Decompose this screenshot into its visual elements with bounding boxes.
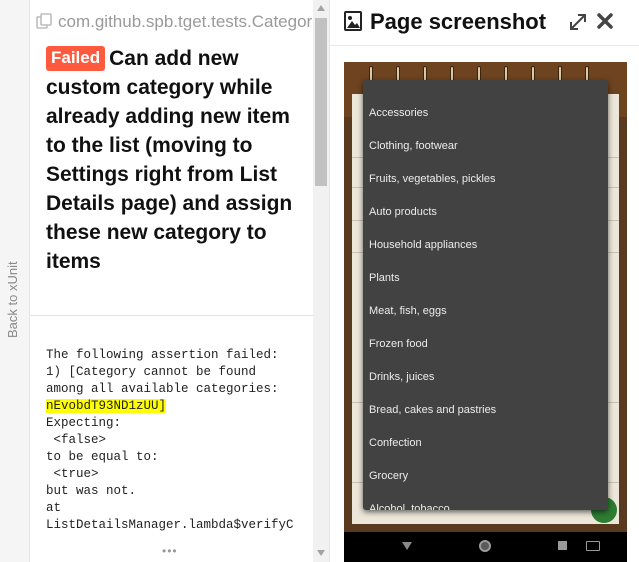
screenshot-pane: Page screenshot Accessories Clothing, fo…: [329, 0, 639, 562]
dropdown-item[interactable]: Fruits, vegetables, pickles: [369, 163, 599, 196]
image-icon: [344, 11, 362, 31]
test-details-panel: com.github.spb.tget.tests.CategoriesTest…: [30, 0, 313, 562]
details-scrollbar[interactable]: [313, 0, 329, 562]
scroll-down-arrow-icon[interactable]: [317, 549, 325, 557]
category-dropdown[interactable]: Accessories Clothing, footwear Fruits, v…: [363, 80, 608, 510]
scrollbar-thumb[interactable]: [315, 18, 327, 186]
message-line: among all available categories:: [46, 382, 279, 396]
android-nav-bar: [344, 532, 627, 562]
back-icon: [402, 542, 412, 550]
message-line: Expecting:: [46, 416, 122, 430]
message-line: at: [46, 501, 62, 515]
recents-icon: [558, 541, 567, 550]
message-line: but was not.: [46, 484, 137, 498]
back-to-xunit-link[interactable]: Back to xUnit: [5, 261, 20, 338]
close-icon[interactable]: [596, 12, 614, 30]
failure-message: The following assertion failed: 1) [Cate…: [46, 347, 313, 534]
dropdown-item[interactable]: Drinks, juices: [369, 361, 599, 394]
back-to-xunit-rail[interactable]: Back to xUnit: [0, 0, 30, 562]
dropdown-item[interactable]: Frozen food: [369, 328, 599, 361]
message-line: to be equal to:: [46, 450, 159, 464]
message-line: ListDetailsManager.lambda$verifyC: [46, 518, 294, 532]
home-icon: [479, 540, 491, 552]
test-title: Failed Can add new custom category while …: [46, 44, 308, 276]
message-line: <true>: [46, 467, 99, 481]
dropdown-item[interactable]: Meat, fish, eggs: [369, 295, 599, 328]
highlighted-category-name: nEvobdT93ND1zUU]: [46, 399, 167, 413]
dropdown-item[interactable]: Plants: [369, 262, 599, 295]
expand-icon[interactable]: [568, 12, 588, 32]
dropdown-item[interactable]: Auto products: [369, 196, 599, 229]
phone-screenshot: Accessories Clothing, footwear Fruits, v…: [344, 62, 627, 562]
scroll-up-arrow-icon[interactable]: [317, 4, 325, 12]
message-line: <false>: [46, 433, 107, 447]
screenshot-header: Page screenshot: [330, 0, 639, 46]
message-line: 1) [Category cannot be found: [46, 365, 257, 379]
dropdown-item[interactable]: Household appliances: [369, 229, 599, 262]
screenshot-title: Page screenshot: [370, 9, 547, 34]
divider: [30, 315, 313, 316]
dropdown-item[interactable]: Grocery: [369, 460, 599, 493]
dropdown-item[interactable]: Clothing, footwear: [369, 130, 599, 163]
dropdown-item[interactable]: Accessories: [369, 97, 599, 130]
keyboard-icon: [586, 541, 600, 551]
copy-icon[interactable]: [36, 13, 52, 29]
more-handle[interactable]: •••: [162, 544, 178, 558]
message-line: The following assertion failed:: [46, 348, 279, 362]
dropdown-item[interactable]: Bread, cakes and pastries: [369, 394, 599, 427]
dropdown-item[interactable]: Alcohol, tobacco: [369, 493, 599, 510]
breadcrumb-text: com.github.spb.tget.tests.CategoriesTest…: [58, 12, 313, 31]
dropdown-item[interactable]: Confection: [369, 427, 599, 460]
test-title-text: Can add new custom category while alread…: [46, 47, 293, 273]
breadcrumb: com.github.spb.tget.tests.CategoriesTest…: [36, 12, 313, 34]
status-badge: Failed: [46, 46, 106, 71]
